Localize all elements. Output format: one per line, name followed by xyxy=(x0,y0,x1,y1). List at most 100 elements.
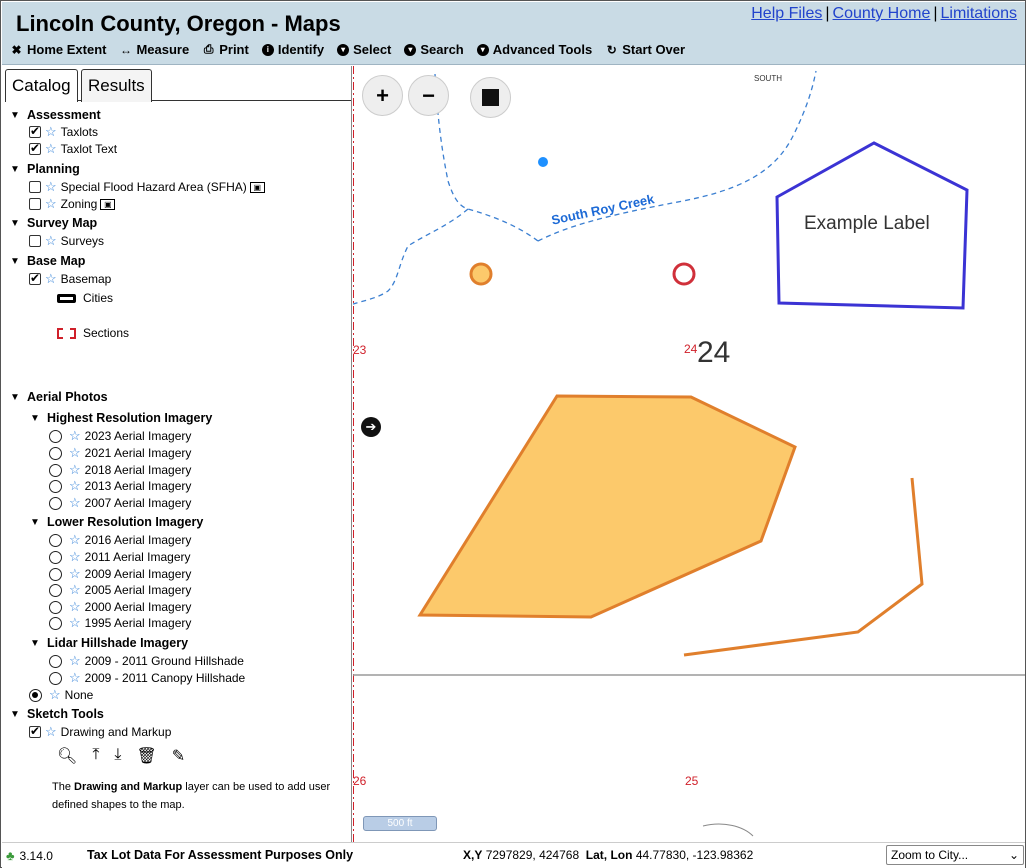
checkbox[interactable] xyxy=(29,235,41,247)
star-icon[interactable]: ☆ xyxy=(69,429,81,442)
radio-button[interactable] xyxy=(49,496,62,510)
star-icon[interactable]: ☆ xyxy=(45,234,57,247)
group-label: Aerial Photos xyxy=(27,390,108,404)
layer-sfha[interactable]: ☆ Special Flood Hazard Area (SFHA) ▣ xyxy=(29,180,265,194)
star-icon[interactable]: ☆ xyxy=(45,725,57,738)
layer-aerial-1995[interactable]: ☆ 1995 Aerial Imagery xyxy=(49,616,191,630)
home-extent-button[interactable]: ✖ Home Extent xyxy=(10,42,106,57)
stop-button[interactable] xyxy=(470,77,511,118)
group-aerial-photos[interactable]: ▼ Aerial Photos xyxy=(10,390,108,404)
radio-button[interactable] xyxy=(49,463,62,477)
group-sketch-tools[interactable]: ▼ Sketch Tools xyxy=(10,707,104,721)
layer-aerial-2016[interactable]: ☆ 2016 Aerial Imagery xyxy=(49,533,191,547)
radio-button[interactable] xyxy=(49,429,62,443)
layer-canopy-hillshade[interactable]: ☆ 2009 - 2011 Canopy Hillshade xyxy=(49,671,245,685)
star-icon[interactable]: ☆ xyxy=(45,197,57,210)
star-icon[interactable]: ☆ xyxy=(69,671,81,684)
identify-button[interactable]: i Identify xyxy=(261,42,324,57)
layer-aerial-2021[interactable]: ☆ 2021 Aerial Imagery xyxy=(49,446,191,460)
star-icon[interactable]: ☆ xyxy=(69,600,81,613)
zoom-out-button[interactable]: − xyxy=(408,75,449,116)
layer-aerial-2011[interactable]: ☆ 2011 Aerial Imagery xyxy=(49,550,191,564)
checkbox[interactable] xyxy=(29,181,41,193)
radio-button[interactable] xyxy=(49,479,62,493)
checkbox[interactable] xyxy=(29,724,41,738)
star-icon[interactable]: ☆ xyxy=(69,550,81,563)
county-home-link[interactable]: County Home xyxy=(833,5,931,22)
zoom-icon[interactable]: 🔍︎ xyxy=(57,746,77,766)
map-canvas[interactable] xyxy=(353,66,1025,842)
group-survey-map[interactable]: ▼ Survey Map xyxy=(10,216,97,230)
star-icon[interactable]: ☆ xyxy=(69,479,81,492)
layer-aerial-2000[interactable]: ☆ 2000 Aerial Imagery xyxy=(49,600,191,614)
star-icon[interactable]: ☆ xyxy=(69,446,81,459)
star-icon[interactable]: ☆ xyxy=(69,654,81,667)
star-icon[interactable]: ☆ xyxy=(49,688,61,701)
search-button[interactable]: ▾ Search xyxy=(404,42,464,57)
group-highest-resolution[interactable]: ▼ Highest Resolution Imagery xyxy=(30,411,212,425)
start-over-button[interactable]: ↻ Start Over xyxy=(605,42,685,57)
star-icon[interactable]: ☆ xyxy=(45,272,57,285)
layer-none[interactable]: ☆ None xyxy=(29,688,93,702)
star-icon[interactable]: ☆ xyxy=(69,463,81,476)
upload-icon[interactable]: ⤒ xyxy=(92,746,99,766)
radio-button[interactable] xyxy=(49,654,62,668)
print-button[interactable]: ⎙ Print xyxy=(202,42,249,57)
layer-taxlots[interactable]: ☆Taxlots xyxy=(29,124,98,139)
id-card-icon[interactable]: ▣ xyxy=(100,198,116,210)
group-assessment[interactable]: ▼ Assessment xyxy=(10,108,101,122)
layer-drawing-markup[interactable]: ☆Drawing and Markup xyxy=(29,724,171,739)
star-icon[interactable]: ☆ xyxy=(45,180,57,193)
checkbox[interactable] xyxy=(29,141,41,155)
tab-results[interactable]: Results xyxy=(81,69,152,102)
checkbox[interactable] xyxy=(29,271,41,285)
layer-taxlot-text[interactable]: ☆Taxlot Text xyxy=(29,141,117,156)
radio-button[interactable] xyxy=(49,600,62,614)
map-view[interactable]: South Roy Creek SOUTH Example Label 23 2… xyxy=(353,66,1025,842)
radio-button[interactable] xyxy=(49,671,62,685)
layer-basemap[interactable]: ☆Basemap xyxy=(29,271,111,286)
radio-button[interactable] xyxy=(49,550,62,564)
layer-surveys[interactable]: ☆ Surveys xyxy=(29,234,104,248)
group-base-map[interactable]: ▼ Base Map xyxy=(10,254,85,268)
layer-aerial-2013[interactable]: ☆ 2013 Aerial Imagery xyxy=(49,479,191,493)
layer-aerial-2005[interactable]: ☆ 2005 Aerial Imagery xyxy=(49,583,191,597)
radio-button[interactable] xyxy=(49,567,62,581)
checkbox[interactable] xyxy=(29,124,41,138)
id-card-icon[interactable]: ▣ xyxy=(249,181,265,193)
layer-aerial-2018[interactable]: ☆ 2018 Aerial Imagery xyxy=(49,463,191,477)
radio-button[interactable] xyxy=(49,446,62,460)
limitations-link[interactable]: Limitations xyxy=(941,5,1017,22)
trash-icon[interactable]: 🗑︎ xyxy=(136,746,156,766)
download-icon[interactable]: ⤓ xyxy=(114,746,121,766)
radio-button[interactable] xyxy=(49,533,62,547)
pencil-icon[interactable]: ✎ xyxy=(172,746,185,766)
tab-catalog[interactable]: Catalog xyxy=(5,69,78,102)
star-icon[interactable]: ☆ xyxy=(45,142,57,155)
radio-button[interactable] xyxy=(49,616,62,630)
radio-button[interactable] xyxy=(49,583,62,597)
group-lower-resolution[interactable]: ▼ Lower Resolution Imagery xyxy=(30,515,203,529)
back-arrow-icon[interactable]: ➔ xyxy=(361,417,381,437)
layer-zoning[interactable]: ☆ Zoning ▣ xyxy=(29,197,116,211)
star-icon[interactable]: ☆ xyxy=(69,567,81,580)
group-lidar-hillshade[interactable]: ▼ Lidar Hillshade Imagery xyxy=(30,636,188,650)
layer-aerial-2009[interactable]: ☆ 2009 Aerial Imagery xyxy=(49,567,191,581)
select-button[interactable]: ▾ Select xyxy=(337,42,391,57)
star-icon[interactable]: ☆ xyxy=(69,533,81,546)
measure-button[interactable]: ↔ Measure xyxy=(119,42,189,57)
checkbox[interactable] xyxy=(29,198,41,210)
group-planning[interactable]: ▼ Planning xyxy=(10,162,80,176)
advanced-tools-button[interactable]: ▾ Advanced Tools xyxy=(476,42,592,57)
star-icon[interactable]: ☆ xyxy=(69,496,81,509)
layer-ground-hillshade[interactable]: ☆ 2009 - 2011 Ground Hillshade xyxy=(49,654,244,668)
star-icon[interactable]: ☆ xyxy=(69,583,81,596)
help-files-link[interactable]: Help Files xyxy=(751,5,822,22)
star-icon[interactable]: ☆ xyxy=(69,616,81,629)
star-icon[interactable]: ☆ xyxy=(45,125,57,138)
radio-button[interactable] xyxy=(29,688,42,702)
layer-aerial-2023[interactable]: ☆ 2023 Aerial Imagery xyxy=(49,429,191,443)
layer-aerial-2007[interactable]: ☆ 2007 Aerial Imagery xyxy=(49,496,191,510)
zoom-in-button[interactable]: + xyxy=(362,75,403,116)
zoom-to-city-select[interactable]: Zoom to City... ⌄ xyxy=(886,845,1024,865)
